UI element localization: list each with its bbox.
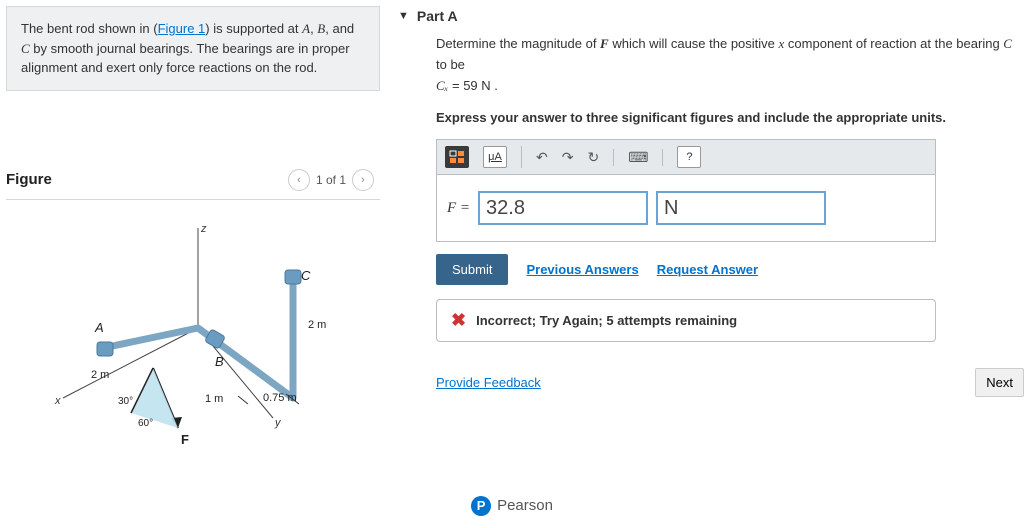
- feedback-text: Incorrect; Try Again; 5 attempts remaini…: [476, 313, 737, 328]
- undo-icon[interactable]: ↶: [536, 149, 548, 166]
- label-B: B: [215, 354, 224, 369]
- collapse-caret-icon: ▼: [398, 10, 409, 22]
- footer: P Pearson: [0, 496, 1024, 526]
- angle-60: 60°: [138, 418, 153, 429]
- request-answer-link[interactable]: Request Answer: [657, 262, 758, 277]
- problem-statement: The bent rod shown in (Figure 1) is supp…: [6, 6, 380, 91]
- answer-prefix: F =: [447, 200, 470, 217]
- redo-icon[interactable]: ↷: [562, 149, 574, 166]
- figure-next-button[interactable]: ›: [352, 169, 374, 191]
- next-button[interactable]: Next: [975, 368, 1024, 397]
- dim-2m-b: 2 m: [308, 319, 326, 331]
- pearson-logo-icon: P: [471, 496, 491, 516]
- provide-feedback-link[interactable]: Provide Feedback: [436, 375, 541, 390]
- axis-z-label: z: [200, 223, 207, 235]
- help-button[interactable]: ?: [677, 146, 701, 168]
- part-title: Part A: [417, 8, 458, 24]
- angle-30: 30°: [118, 396, 133, 407]
- label-A: A: [94, 320, 104, 335]
- templates-button[interactable]: [445, 146, 469, 168]
- figure-title: Figure: [6, 171, 52, 188]
- figure-counter: 1 of 1: [316, 173, 346, 187]
- part-header[interactable]: ▼ Part A: [398, 0, 1016, 34]
- label-F: F: [181, 432, 189, 447]
- previous-answers-link[interactable]: Previous Answers: [526, 262, 638, 277]
- submit-button[interactable]: Submit: [436, 254, 508, 285]
- axis-x-label: x: [54, 395, 61, 407]
- figure-image: z x y A B C 2 m 2 m 1: [6, 210, 380, 466]
- pearson-brand: Pearson: [497, 497, 553, 514]
- dim-1m: 1 m: [205, 393, 223, 405]
- answer-instructions: Express your answer to three significant…: [436, 110, 1016, 125]
- axis-y-label: y: [274, 417, 282, 429]
- problem-text: The bent rod shown in (: [21, 21, 158, 36]
- keyboard-icon[interactable]: ⌨: [628, 149, 648, 166]
- dim-2m-a: 2 m: [91, 369, 109, 381]
- figure-link[interactable]: Figure 1: [158, 21, 206, 36]
- reset-icon[interactable]: ↻: [587, 149, 599, 166]
- question-text: Determine the magnitude of F which will …: [436, 34, 1016, 96]
- figure-header: Figure ‹ 1 of 1 ›: [6, 161, 380, 200]
- answer-unit-input[interactable]: [656, 191, 826, 225]
- unit-button[interactable]: μA: [483, 146, 507, 168]
- answer-value-input[interactable]: [478, 191, 648, 225]
- label-C: C: [301, 268, 311, 283]
- incorrect-icon: ✖: [451, 310, 466, 331]
- figure-prev-button[interactable]: ‹: [288, 169, 310, 191]
- feedback-box: ✖ Incorrect; Try Again; 5 attempts remai…: [436, 299, 936, 342]
- answer-toolbar: μA ↶ ↷ ↻ ⌨ ?: [437, 140, 935, 175]
- answer-panel: μA ↶ ↷ ↻ ⌨ ? F =: [436, 139, 936, 242]
